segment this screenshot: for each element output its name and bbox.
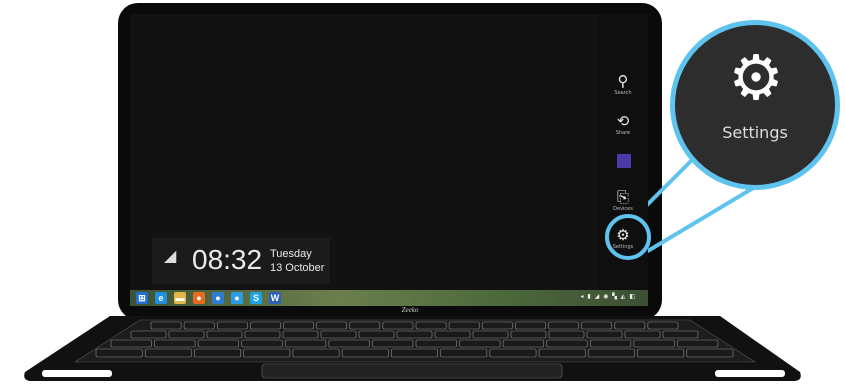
share-icon: ⟲ [616, 112, 630, 130]
keyboard-key [206, 330, 243, 339]
keyboard-key [548, 330, 585, 339]
keyboard-key [382, 321, 414, 330]
keyboard-key [316, 321, 348, 330]
keyboard-key [481, 321, 513, 330]
keyboard-key [440, 348, 488, 358]
firefox-icon[interactable]: ● [193, 292, 205, 304]
keyboard-key [320, 330, 357, 339]
keyboard-key [243, 348, 291, 358]
settings-highlight-ring [605, 214, 651, 260]
keyboard-key [372, 339, 414, 348]
keyboard-key [183, 321, 215, 330]
internet-explorer-icon[interactable]: e [155, 292, 167, 304]
keyboard-key [168, 330, 205, 339]
keyboard-key [647, 321, 679, 330]
charm-devices[interactable]: ⎘ Devices [598, 188, 648, 213]
keyboard-key [415, 339, 457, 348]
skype-icon[interactable]: S [250, 292, 262, 304]
laptop-foot-right [715, 370, 785, 377]
app-icon-blue-1[interactable]: ● [212, 292, 224, 304]
clock-date: 13 October [270, 262, 325, 274]
keyboard-key [588, 348, 635, 358]
keyboard-key [586, 330, 623, 339]
keyboard-key [341, 348, 389, 358]
windows-start-icon[interactable]: ⊞ [136, 292, 148, 304]
search-icon: ⚲ [617, 72, 629, 90]
settings-zoom-label: Settings [722, 123, 788, 142]
keyboard-key [448, 321, 480, 330]
keyboard-key [624, 330, 661, 339]
keyboard-key [515, 321, 546, 330]
keyboard-key [614, 321, 646, 330]
charm-start[interactable] [598, 154, 648, 170]
laptop-brand-logo: Zeeko [401, 306, 419, 314]
keyboard-key [154, 339, 196, 348]
keyboard-key [589, 339, 632, 348]
windows-start-icon[interactable] [617, 154, 631, 168]
keyboard-key [284, 339, 327, 348]
keyboard-key [502, 339, 545, 348]
charm-label: Share [615, 130, 631, 136]
keyboard-key [349, 321, 381, 330]
keyboard-key [472, 330, 509, 339]
system-tray[interactable]: ◂ ▮ ◢ ◉ ▚ ◭ ◧ [580, 293, 636, 300]
keyboard-key [95, 348, 143, 358]
keyboard-key [538, 348, 586, 358]
keyboard-key [686, 348, 734, 358]
keyboard-key [459, 339, 501, 348]
keyboard-key [130, 330, 167, 339]
keyboard-key [250, 321, 281, 330]
keyboard-key [662, 330, 699, 339]
keyboard-key [677, 339, 719, 348]
keyboard-key [283, 321, 314, 330]
keyboard-key [194, 348, 241, 358]
taskbar: ◂ ▮ ◢ ◉ ▚ ◭ ◧ ⊞ e ▬ ● ● ● S W [130, 290, 648, 306]
keyboard-key [282, 330, 319, 339]
word-icon[interactable]: W [269, 292, 281, 304]
keyboard-key [391, 348, 438, 358]
keyboard-key [434, 330, 471, 339]
keyboard-key [292, 348, 340, 358]
charm-share[interactable]: ⟲ Share [598, 112, 648, 137]
keyboard-key [581, 321, 613, 330]
keyboard-key [546, 339, 588, 348]
clock-day: Tuesday [270, 248, 312, 260]
keyboard-key [358, 330, 395, 339]
laptop-foot-left [42, 370, 112, 377]
keyboard-key [110, 339, 152, 348]
keyboard-key [144, 348, 192, 358]
settings-zoom-callout: ⚙ Settings [670, 20, 840, 190]
lockscreen-clock-panel: ◢ 08:32 Tuesday 13 October [152, 238, 330, 284]
keyboard-key [415, 321, 447, 330]
keyboard-key [637, 348, 685, 358]
trackpad [261, 363, 563, 379]
charm-search[interactable]: ⚲ Search [598, 72, 648, 97]
keyboard-key [150, 321, 182, 330]
keyboard-key [216, 321, 248, 330]
charm-label: Devices [613, 206, 633, 212]
keyboard-key [197, 339, 240, 348]
clock-time: 08:32 [192, 244, 263, 275]
keyboard-key [241, 339, 283, 348]
devices-icon: ⎘ [616, 188, 629, 206]
keyboard-key [328, 339, 370, 348]
keyboard-key [489, 348, 537, 358]
network-status-icon: ◢ [164, 246, 177, 265]
app-icon-blue-2[interactable]: ● [231, 292, 243, 304]
keyboard-key [396, 330, 433, 339]
file-explorer-icon[interactable]: ▬ [174, 292, 186, 304]
gear-icon[interactable]: ⚙ [725, 47, 787, 109]
keyboard-key [510, 330, 547, 339]
charm-label: Search [614, 90, 632, 96]
keyboard-key [548, 321, 579, 330]
keyboard-key [244, 330, 281, 339]
keyboard-key [633, 339, 675, 348]
